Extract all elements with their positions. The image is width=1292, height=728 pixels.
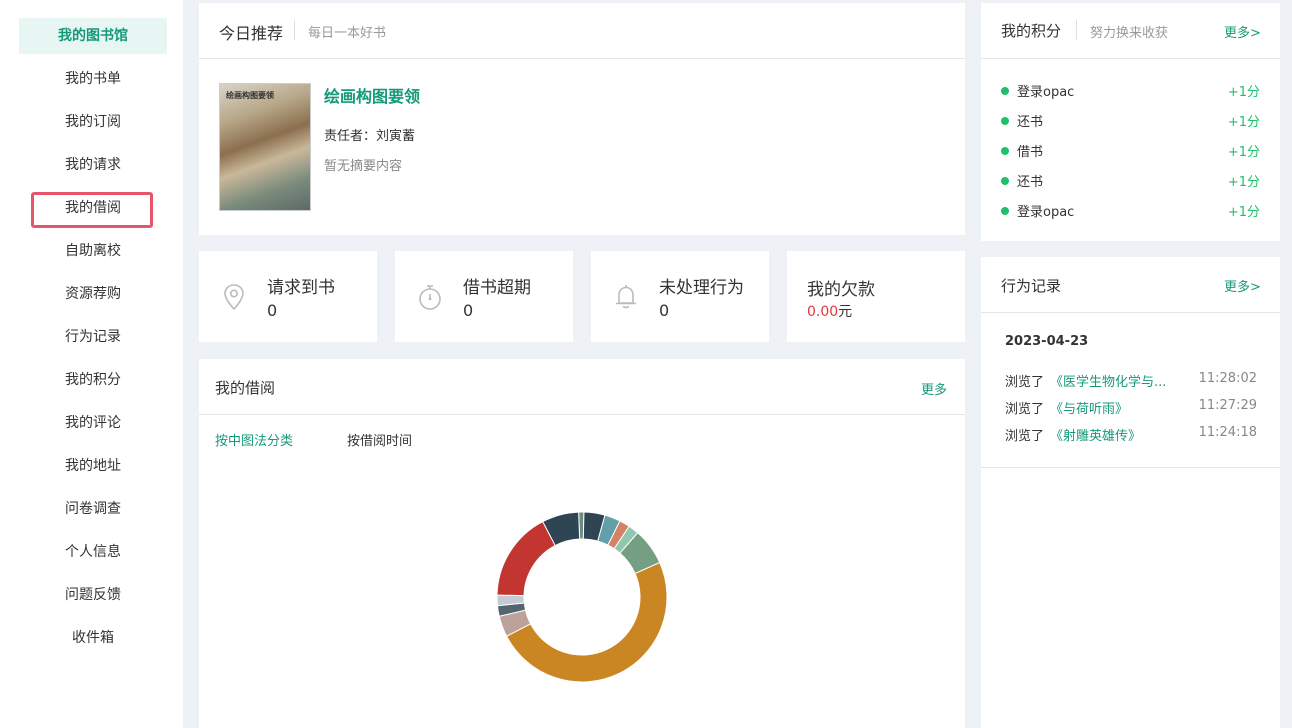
dot-icon	[1001, 147, 1009, 155]
tab-by-time[interactable]: 按借阅时间	[347, 430, 412, 449]
sidebar-item-survey[interactable]: 问卷调查	[19, 491, 167, 527]
points-row-value: +1分	[1227, 175, 1260, 190]
sidebar-item-address[interactable]: 我的地址	[19, 448, 167, 484]
points-row-value: +1分	[1227, 85, 1260, 100]
sidebar-item-booklist[interactable]: 我的书单	[19, 61, 167, 97]
points-row-value: +1分	[1227, 145, 1260, 160]
recommend-body: 绘画构图要领 绘画构图要领 责任者：刘寅蓄 暂无摘要内容	[199, 59, 965, 235]
book-cover-title: 绘画构图要领	[226, 91, 274, 100]
sidebar-item-points[interactable]: 我的积分	[19, 362, 167, 398]
record-row: 浏览了 《与荷听雨》 11:27:29	[1005, 398, 1257, 418]
record-book-link[interactable]: 《与荷听雨》	[1050, 398, 1128, 417]
stat-debt[interactable]: 我的欠款 0.00元	[787, 251, 965, 342]
record-time: 11:27:29	[1198, 398, 1257, 413]
points-row: 还书 +1分	[1001, 171, 1260, 191]
borrow-title: 我的借阅	[215, 379, 276, 397]
stat-label: 请求到书	[267, 278, 335, 298]
debt-amount: 0.00	[807, 304, 839, 320]
sidebar-item-self-checkout[interactable]: 自助离校	[19, 233, 167, 269]
stat-value: 0	[659, 301, 670, 320]
stat-request-arrival[interactable]: 请求到书 0	[199, 251, 377, 342]
points-row: 借书 +1分	[1001, 141, 1260, 161]
stat-label: 未处理行为	[659, 278, 744, 298]
sidebar-item-my-library[interactable]: 我的图书馆	[19, 18, 167, 54]
record-row: 浏览了 《医学生物化学与... 11:28:02	[1005, 371, 1257, 391]
record-time: 11:24:18	[1198, 425, 1257, 440]
stat-value: 0.00元	[807, 301, 852, 321]
sidebar: 我的图书馆 我的书单 我的订阅 我的请求 我的借阅 自助离校 资源荐购 行为记录…	[0, 0, 183, 728]
stat-overdue[interactable]: 借书超期 0	[395, 251, 573, 342]
stopwatch-icon	[419, 285, 441, 310]
sidebar-item-subscriptions[interactable]: 我的订阅	[19, 104, 167, 140]
sidebar-item-requests[interactable]: 我的请求	[19, 147, 167, 183]
record-action: 浏览了	[1005, 375, 1045, 390]
points-row-text: 还书	[1017, 175, 1044, 190]
sidebar-item-behavior-log[interactable]: 行为记录	[19, 319, 167, 355]
sidebar-item-inbox[interactable]: 收件箱	[19, 620, 167, 656]
recommend-subtitle: 每日一本好书	[308, 26, 387, 41]
record-action: 浏览了	[1005, 402, 1045, 417]
points-row-text: 还书	[1017, 115, 1044, 130]
points-row-text: 登录opac	[1017, 85, 1075, 100]
sidebar-item-resource-recommend[interactable]: 资源荐购	[19, 276, 167, 312]
book-author: 责任者：刘寅蓄	[324, 129, 416, 144]
recommend-header: 今日推荐 每日一本好书	[199, 3, 965, 59]
dot-icon	[1001, 207, 1009, 215]
record-time: 11:28:02	[1198, 371, 1257, 386]
points-row-text: 借书	[1017, 145, 1044, 160]
stat-value: 0	[463, 301, 474, 320]
borrow-more-link[interactable]: 更多	[921, 379, 947, 398]
points-more-link[interactable]: 更多>	[1224, 22, 1261, 41]
tab-by-classification[interactable]: 按中图法分类	[215, 430, 293, 449]
record-row: 浏览了 《射雕英雄传》 11:24:18	[1005, 425, 1257, 445]
stat-value: 0	[267, 301, 278, 320]
sidebar-item-borrowing[interactable]: 我的借阅	[19, 190, 167, 226]
sidebar-item-comments[interactable]: 我的评论	[19, 405, 167, 441]
book-title[interactable]: 绘画构图要领	[324, 83, 420, 107]
record-book-link[interactable]: 《医学生物化学与...	[1050, 371, 1166, 390]
book-cover[interactable]: 绘画构图要领	[219, 83, 311, 211]
borrow-donut-chart	[496, 511, 668, 683]
donut-slice[interactable]	[496, 520, 556, 597]
location-pin-icon	[224, 284, 244, 311]
dot-icon	[1001, 87, 1009, 95]
borrow-panel: 我的借阅 更多 按中图法分类 按借阅时间	[199, 359, 965, 728]
points-row: 还书 +1分	[1001, 111, 1260, 131]
divider	[1076, 20, 1077, 40]
records-more-link[interactable]: 更多>	[1224, 276, 1261, 295]
records-header: 行为记录 更多>	[981, 257, 1280, 313]
points-row-value: +1分	[1227, 115, 1260, 130]
points-row: 登录opac +1分	[1001, 201, 1260, 221]
points-row: 登录opac +1分	[1001, 81, 1260, 101]
records-panel: 行为记录 更多> 2023-04-23 浏览了 《医学生物化学与... 11:28:…	[981, 257, 1280, 728]
donut-slice[interactable]	[505, 561, 668, 683]
divider	[294, 20, 295, 40]
records-title: 行为记录	[1001, 277, 1062, 295]
dot-icon	[1001, 117, 1009, 125]
book-abstract: 暂无摘要内容	[324, 159, 403, 174]
stat-label: 借书超期	[463, 278, 531, 298]
records-date: 2023-04-23	[1005, 334, 1089, 349]
points-subtitle: 努力换来收获	[1090, 26, 1169, 41]
points-header: 我的积分 努力换来收获 更多>	[981, 3, 1280, 59]
borrow-header: 我的借阅 更多	[199, 359, 965, 415]
sidebar-item-feedback[interactable]: 问题反馈	[19, 577, 167, 613]
record-action: 浏览了	[1005, 429, 1045, 444]
recommend-title: 今日推荐	[219, 24, 284, 43]
points-panel: 我的积分 努力换来收获 更多> 登录opac +1分 还书 +1分 借书 +1分 还书…	[981, 3, 1280, 241]
bell-icon	[616, 285, 636, 309]
debt-unit: 元	[838, 304, 853, 320]
points-row-value: +1分	[1227, 205, 1260, 220]
points-row-text: 登录opac	[1017, 205, 1075, 220]
dot-icon	[1001, 177, 1009, 185]
record-book-link[interactable]: 《射雕英雄传》	[1050, 425, 1141, 444]
stat-pending-actions[interactable]: 未处理行为 0	[591, 251, 769, 342]
points-title: 我的积分	[1001, 22, 1062, 40]
sidebar-item-profile[interactable]: 个人信息	[19, 534, 167, 570]
divider	[981, 467, 1280, 468]
stat-label: 我的欠款	[807, 280, 875, 300]
